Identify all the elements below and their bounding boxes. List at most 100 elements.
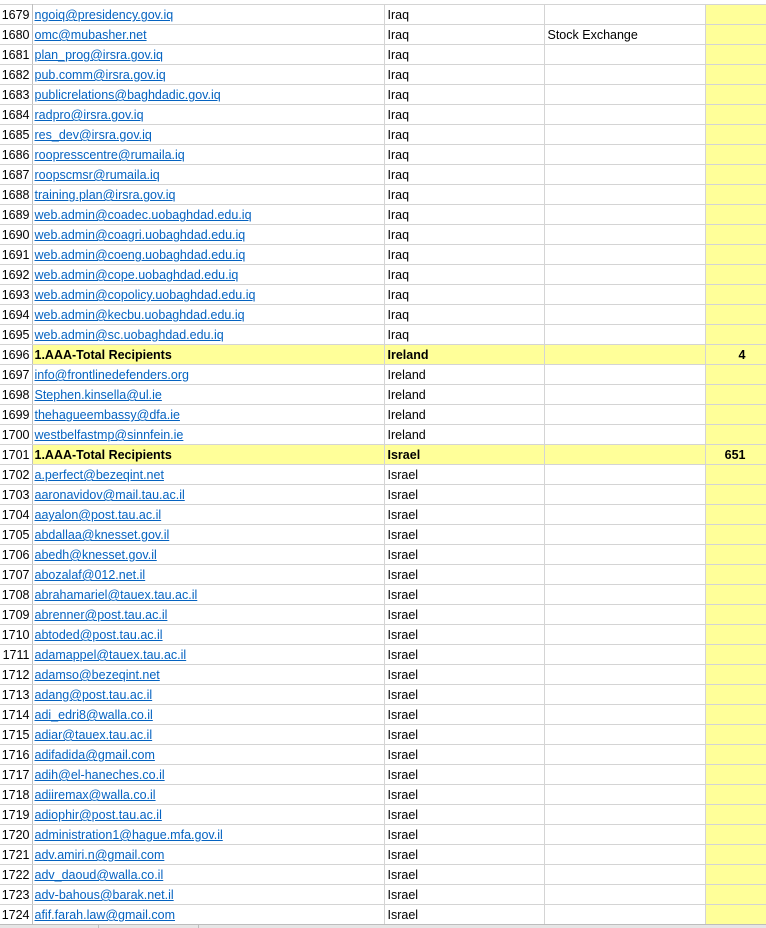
row-number[interactable]: 1691 bbox=[0, 244, 33, 265]
row-number[interactable]: 1701 bbox=[0, 444, 33, 465]
row-number[interactable]: 1693 bbox=[0, 284, 33, 305]
note-cell[interactable] bbox=[543, 724, 706, 745]
note-cell[interactable] bbox=[543, 624, 706, 645]
total-cell[interactable] bbox=[704, 184, 766, 205]
country-cell[interactable]: Iraq bbox=[383, 184, 545, 205]
email-link-cell[interactable]: abrenner@post.tau.ac.il bbox=[31, 604, 385, 625]
email-link-cell[interactable]: roopscmsr@rumaila.iq bbox=[31, 164, 385, 185]
total-cell[interactable] bbox=[704, 824, 766, 845]
note-cell[interactable] bbox=[543, 164, 706, 185]
country-cell[interactable]: Iraq bbox=[383, 124, 545, 145]
country-cell[interactable]: Israel bbox=[383, 724, 545, 745]
total-cell[interactable] bbox=[704, 664, 766, 685]
country-cell[interactable]: Ireland bbox=[383, 404, 545, 425]
total-cell[interactable] bbox=[704, 584, 766, 605]
total-cell[interactable] bbox=[704, 904, 766, 925]
row-number[interactable]: 1708 bbox=[0, 584, 33, 605]
total-cell[interactable] bbox=[704, 504, 766, 525]
country-cell[interactable]: Iraq bbox=[383, 104, 545, 125]
note-cell[interactable] bbox=[543, 464, 706, 485]
email-link-cell[interactable]: adiar@tauex.tau.ac.il bbox=[31, 724, 385, 745]
country-cell[interactable]: Israel bbox=[383, 824, 545, 845]
email-link-cell[interactable]: westbelfastmp@sinnfein.ie bbox=[31, 424, 385, 445]
row-number[interactable]: 1687 bbox=[0, 164, 33, 185]
email-link-cell[interactable]: radpro@irsra.gov.iq bbox=[31, 104, 385, 125]
row-number[interactable]: 1715 bbox=[0, 724, 33, 745]
row-number[interactable]: 1685 bbox=[0, 124, 33, 145]
country-cell[interactable]: Iraq bbox=[383, 4, 545, 25]
note-cell[interactable] bbox=[543, 304, 706, 325]
country-cell[interactable]: Israel bbox=[383, 624, 545, 645]
row-number[interactable]: 1694 bbox=[0, 304, 33, 325]
note-cell[interactable] bbox=[543, 184, 706, 205]
email-link-cell[interactable]: adiophir@post.tau.ac.il bbox=[31, 804, 385, 825]
email-link-cell[interactable]: adv_daoud@walla.co.il bbox=[31, 864, 385, 885]
note-cell[interactable] bbox=[543, 604, 706, 625]
total-cell[interactable] bbox=[704, 484, 766, 505]
email-link-cell[interactable]: adv-bahous@barak.net.il bbox=[31, 884, 385, 905]
row-number[interactable]: 1706 bbox=[0, 544, 33, 565]
total-cell[interactable] bbox=[704, 144, 766, 165]
email-link-cell[interactable]: adamappel@tauex.tau.ac.il bbox=[31, 644, 385, 665]
summary-label-cell[interactable]: 1.AAA-Total Recipients bbox=[31, 444, 385, 465]
note-cell[interactable] bbox=[543, 4, 706, 25]
country-cell[interactable]: Iraq bbox=[383, 264, 545, 285]
note-cell[interactable] bbox=[543, 784, 706, 805]
row-number[interactable]: 1714 bbox=[0, 704, 33, 725]
total-cell[interactable] bbox=[704, 264, 766, 285]
total-cell[interactable] bbox=[704, 464, 766, 485]
note-cell[interactable] bbox=[543, 844, 706, 865]
note-cell[interactable] bbox=[543, 864, 706, 885]
row-number[interactable]: 1713 bbox=[0, 684, 33, 705]
total-cell[interactable] bbox=[704, 64, 766, 85]
total-cell[interactable] bbox=[704, 164, 766, 185]
country-cell[interactable]: Israel bbox=[383, 484, 545, 505]
note-cell[interactable] bbox=[543, 264, 706, 285]
row-number[interactable]: 1707 bbox=[0, 564, 33, 585]
country-cell[interactable]: Israel bbox=[383, 444, 545, 465]
total-cell[interactable] bbox=[704, 524, 766, 545]
total-cell[interactable] bbox=[704, 204, 766, 225]
total-cell[interactable] bbox=[704, 744, 766, 765]
total-cell[interactable] bbox=[704, 104, 766, 125]
note-cell[interactable] bbox=[543, 64, 706, 85]
total-cell[interactable]: 651 bbox=[704, 444, 766, 465]
note-cell[interactable] bbox=[543, 104, 706, 125]
row-number[interactable]: 1690 bbox=[0, 224, 33, 245]
row-number[interactable]: 1688 bbox=[0, 184, 33, 205]
country-cell[interactable]: Iraq bbox=[383, 224, 545, 245]
row-number[interactable]: 1704 bbox=[0, 504, 33, 525]
row-number[interactable]: 1680 bbox=[0, 24, 33, 45]
country-cell[interactable]: Israel bbox=[383, 884, 545, 905]
note-cell[interactable] bbox=[543, 324, 706, 345]
total-cell[interactable] bbox=[704, 124, 766, 145]
country-cell[interactable]: Iraq bbox=[383, 44, 545, 65]
note-cell[interactable] bbox=[543, 384, 706, 405]
note-cell[interactable] bbox=[543, 544, 706, 565]
email-link-cell[interactable]: publicrelations@baghdadic.gov.iq bbox=[31, 84, 385, 105]
note-cell[interactable] bbox=[543, 224, 706, 245]
total-cell[interactable] bbox=[704, 24, 766, 45]
email-link-cell[interactable]: administration1@hague.mfa.gov.il bbox=[31, 824, 385, 845]
email-link-cell[interactable]: web.admin@kecbu.uobaghdad.edu.iq bbox=[31, 304, 385, 325]
note-cell[interactable] bbox=[543, 204, 706, 225]
email-link-cell[interactable]: abdallaa@knesset.gov.il bbox=[31, 524, 385, 545]
country-cell[interactable]: Israel bbox=[383, 864, 545, 885]
note-cell[interactable] bbox=[543, 344, 706, 365]
total-cell[interactable] bbox=[704, 564, 766, 585]
note-cell[interactable] bbox=[543, 444, 706, 465]
email-link-cell[interactable]: pub.comm@irsra.gov.iq bbox=[31, 64, 385, 85]
total-cell[interactable] bbox=[704, 324, 766, 345]
email-link-cell[interactable]: abedh@knesset.gov.il bbox=[31, 544, 385, 565]
row-number[interactable]: 1703 bbox=[0, 484, 33, 505]
email-link-cell[interactable]: omc@mubasher.net bbox=[31, 24, 385, 45]
horizontal-scrollbar[interactable] bbox=[0, 924, 766, 928]
note-cell[interactable] bbox=[543, 644, 706, 665]
country-cell[interactable]: Iraq bbox=[383, 144, 545, 165]
country-cell[interactable]: Israel bbox=[383, 504, 545, 525]
total-cell[interactable]: 4 bbox=[704, 344, 766, 365]
total-cell[interactable] bbox=[704, 784, 766, 805]
total-cell[interactable] bbox=[704, 704, 766, 725]
country-cell[interactable]: Ireland bbox=[383, 384, 545, 405]
total-cell[interactable] bbox=[704, 644, 766, 665]
